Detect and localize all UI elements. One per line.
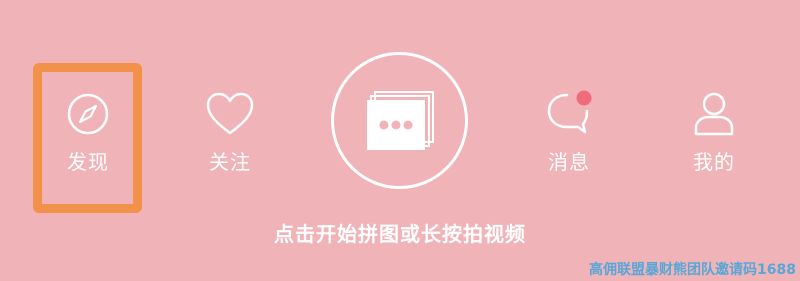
stacked-photos-more-icon — [366, 90, 434, 150]
compass-icon — [62, 88, 114, 140]
tab-discover[interactable]: 发现 — [38, 88, 138, 188]
watermark: 高佣联盟暴财熊团队邀请码1688 — [589, 262, 796, 278]
tab-follow-label: 关注 — [209, 150, 251, 174]
unread-badge — [576, 90, 592, 106]
tab-messages[interactable]: 消息 — [519, 88, 619, 188]
tab-me[interactable]: 我的 — [664, 88, 764, 188]
hint-text: 点击开始拼图或长按拍视频 — [274, 222, 526, 246]
heart-icon — [204, 88, 256, 140]
person-icon — [688, 88, 740, 140]
tab-me-label: 我的 — [693, 150, 735, 174]
chat-bubble-icon — [543, 88, 595, 140]
create-button[interactable] — [331, 52, 468, 189]
tab-messages-label: 消息 — [548, 150, 590, 174]
tab-follow[interactable]: 关注 — [180, 88, 280, 188]
tab-discover-label: 发现 — [67, 150, 109, 174]
